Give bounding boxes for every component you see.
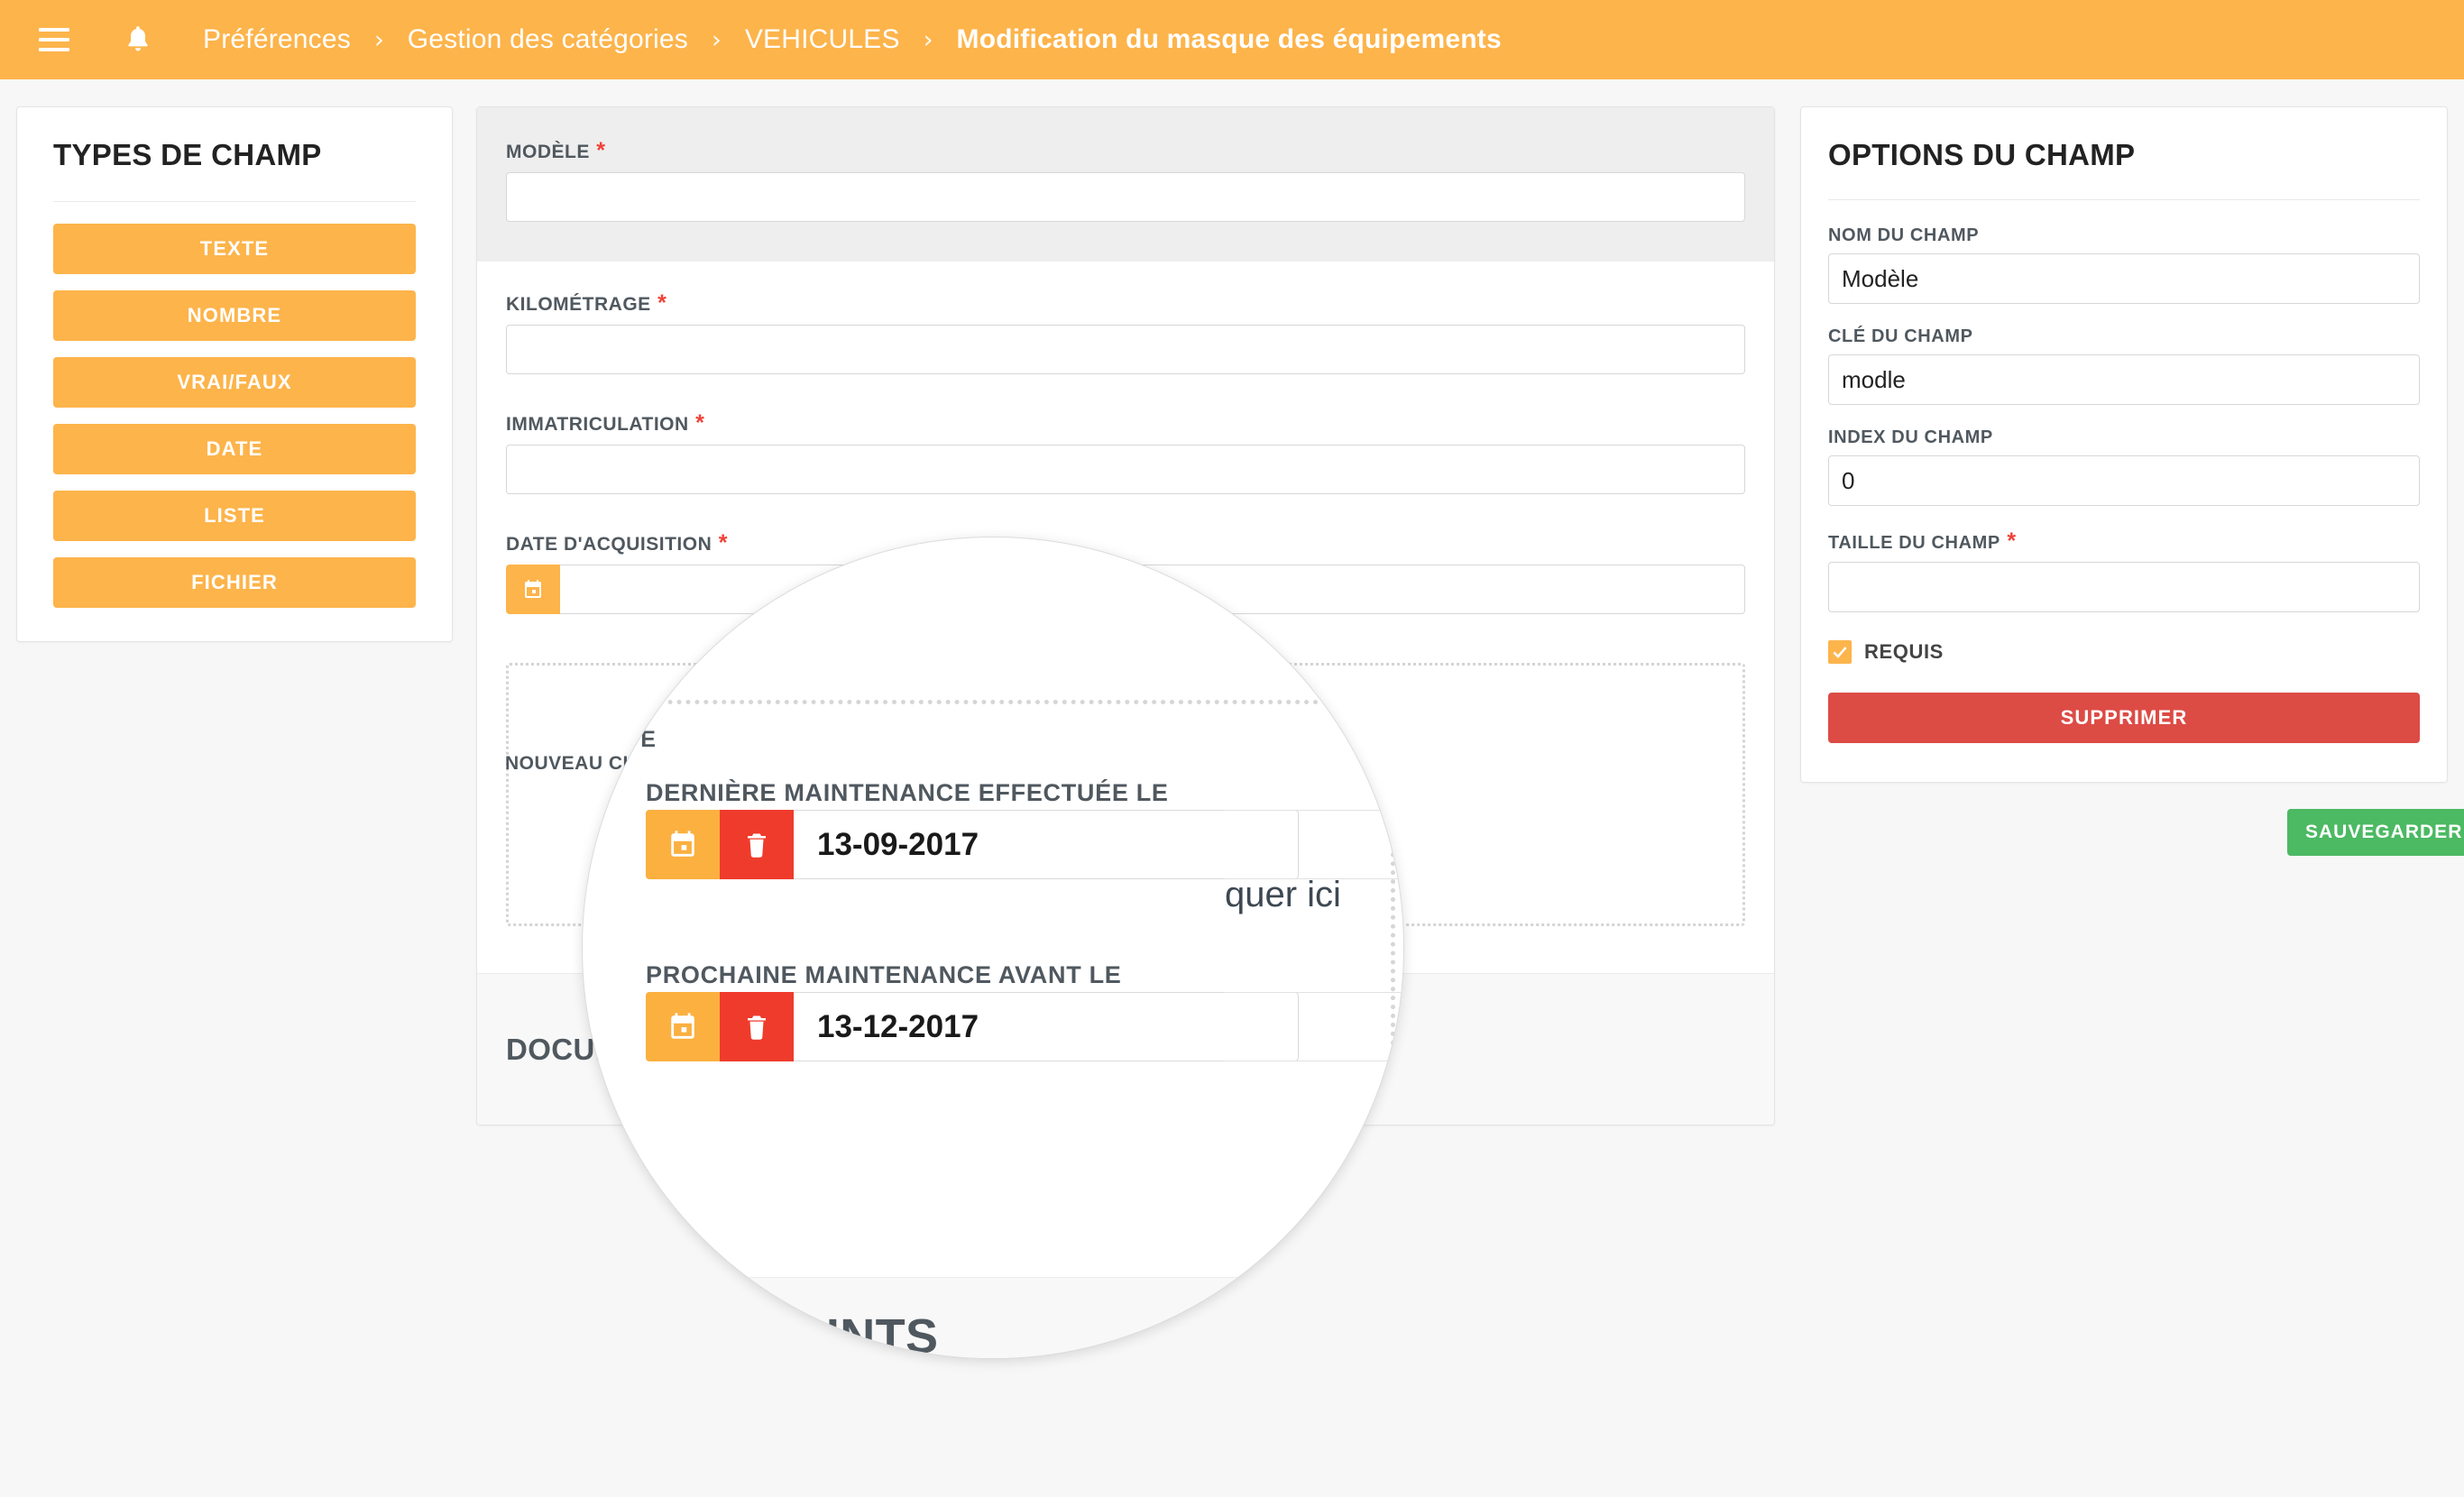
breadcrumb-item-preferences[interactable]: Préférences [203, 24, 351, 55]
sauvegarder-button[interactable]: SAUVEGARDER [2287, 809, 2464, 856]
field-input-kilometrage[interactable] [506, 325, 1745, 374]
breadcrumb-separator: › [373, 25, 384, 54]
calendar-icon[interactable] [506, 565, 560, 614]
field-input-immatriculation[interactable] [506, 445, 1745, 494]
calendar-icon[interactable] [646, 810, 720, 879]
top-bar: Préférences › Gestion des catégories › V… [0, 0, 2464, 79]
magnifier-content: NOUVE DERNIÈRE MAINTENANCE EFFECTUÉE LE … [582, 537, 1403, 1359]
bell-icon[interactable] [125, 25, 151, 54]
option-label-nom: NOM DU CHAMP [1828, 225, 1980, 245]
breadcrumb-item-categories[interactable]: Gestion des catégories [408, 24, 688, 55]
date-input-group-derniere-maintenance [646, 810, 1299, 879]
attachments-title-zoomed: DOCUMENTS JOINTS [582, 1309, 939, 1359]
trash-icon[interactable] [720, 810, 794, 879]
option-label-cle: CLÉ DU CHAMP [1828, 326, 1973, 346]
field-type-date-button[interactable]: DATE [53, 424, 416, 474]
breadcrumb-item-current: Modification du masque des équipements [956, 24, 1502, 54]
form-field-modele[interactable]: MODÈLE * [477, 107, 1774, 262]
form-field-immatriculation[interactable]: IMMATRICULATION * [477, 410, 1774, 494]
breadcrumb-item-vehicules[interactable]: VEHICULES [745, 24, 900, 55]
hamburger-bar [39, 28, 69, 32]
option-input-nom[interactable] [1828, 253, 2420, 304]
date-input-group-prochaine-maintenance [646, 992, 1299, 1061]
field-input-modele[interactable] [506, 172, 1745, 222]
check-icon[interactable] [1828, 640, 1852, 664]
dropzone-border-top-zoomed [614, 700, 1403, 704]
supprimer-button[interactable]: SUPPRIMER [1828, 693, 2420, 743]
divider [53, 201, 416, 202]
calendar-icon[interactable] [646, 992, 720, 1061]
field-type-texte-button[interactable]: TEXTE [53, 224, 416, 274]
hamburger-bar [39, 38, 69, 41]
dropzone-hint-zoomed: quer ici [1225, 875, 1341, 914]
divider [1828, 199, 2420, 200]
option-input-index[interactable] [1828, 455, 2420, 506]
input-edge-line [1225, 810, 1403, 811]
trash-icon[interactable] [720, 992, 794, 1061]
field-input-prochaine-maintenance[interactable] [794, 992, 1299, 1061]
field-label-immatriculation: IMMATRICULATION * [506, 410, 705, 436]
hamburger-bar [39, 48, 69, 51]
field-label-derniere-maintenance: DERNIÈRE MAINTENANCE EFFECTUÉE LE [646, 779, 1169, 806]
field-label-prochaine-maintenance: PROCHAINE MAINTENANCE AVANT LE [646, 961, 1122, 988]
field-type-fichier-button[interactable]: FICHIER [53, 557, 416, 608]
magnifier-lens: NOUVE DERNIÈRE MAINTENANCE EFFECTUÉE LE … [582, 537, 1404, 1359]
hamburger-icon[interactable] [39, 28, 69, 51]
option-label-taille: TAILLE DU CHAMP * [1828, 528, 2017, 554]
breadcrumb: Préférences › Gestion des catégories › V… [203, 24, 1502, 55]
field-type-liste-button[interactable]: LISTE [53, 491, 416, 541]
field-input-derniere-maintenance[interactable] [794, 810, 1299, 879]
required-marker: * [650, 290, 667, 316]
option-input-cle[interactable] [1828, 354, 2420, 405]
required-marker: * [688, 410, 705, 436]
dropzone-label-zoomed: NOUVE [582, 727, 657, 752]
field-type-vraifaux-button[interactable]: VRAI/FAUX [53, 357, 416, 408]
field-options-panel: OPTIONS DU CHAMP NOM DU CHAMP CLÉ DU CHA… [1800, 106, 2448, 783]
breadcrumb-separator: › [712, 25, 722, 54]
field-type-nombre-button[interactable]: NOMBRE [53, 290, 416, 341]
field-types-panel: TYPES DE CHAMP TEXTE NOMBRE VRAI/FAUX DA… [16, 106, 453, 642]
form-field-kilometrage[interactable]: KILOMÉTRAGE * [477, 290, 1774, 374]
requis-checkbox-label: REQUIS [1864, 640, 1944, 663]
required-marker: * [2000, 528, 2017, 554]
field-options-title: OPTIONS DU CHAMP [1828, 138, 2136, 171]
required-marker: * [589, 138, 606, 163]
field-label-modele: MODÈLE * [506, 138, 606, 163]
field-types-title: TYPES DE CHAMP [53, 138, 322, 171]
breadcrumb-separator: › [923, 25, 933, 54]
requis-checkbox-row[interactable]: REQUIS [1828, 640, 2420, 664]
input-edge-line [1225, 992, 1403, 993]
option-label-index: INDEX DU CHAMP [1828, 427, 1993, 447]
field-label-kilometrage: KILOMÉTRAGE * [506, 290, 667, 316]
option-input-taille[interactable] [1828, 562, 2420, 612]
